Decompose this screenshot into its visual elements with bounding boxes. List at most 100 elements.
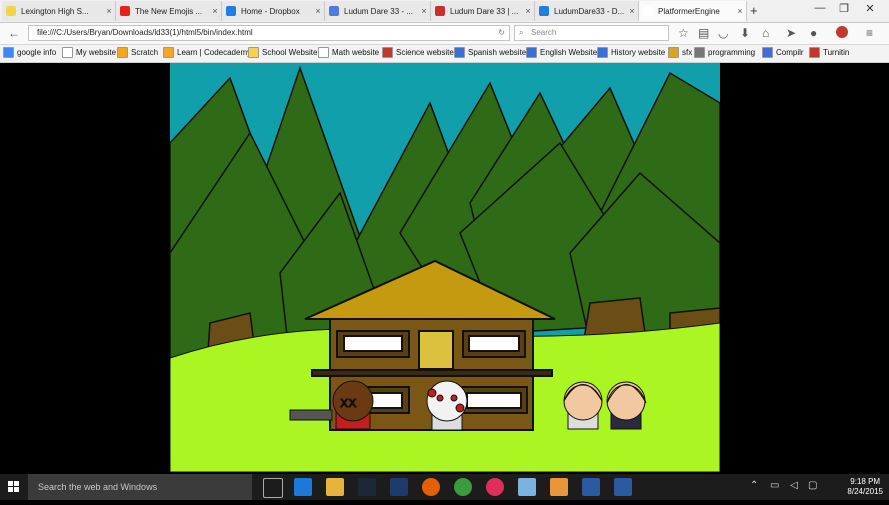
zombie-eye: [436, 394, 444, 402]
game-app-icon[interactable]: [550, 478, 568, 496]
tab-close-icon[interactable]: ×: [626, 6, 638, 16]
bookmark-item[interactable]: History website: [597, 47, 665, 58]
bookmark-favicon-icon: [668, 47, 679, 58]
bookmark-favicon-icon: [117, 47, 128, 58]
bookmark-favicon-icon: [163, 47, 174, 58]
clock[interactable]: 9:18 PM 8/24/2015: [847, 477, 883, 497]
bookmark-label: English Website: [540, 48, 598, 57]
volume-icon[interactable]: ◁: [790, 480, 798, 491]
chrome-icon[interactable]: [454, 478, 472, 496]
bookmark-item[interactable]: Science website: [382, 47, 454, 58]
bookmark-item[interactable]: English Website: [526, 47, 597, 58]
bookmark-favicon-icon: [694, 47, 705, 58]
menu-icon[interactable]: ≡: [866, 26, 873, 40]
maximize-icon[interactable]: ❐: [834, 2, 854, 15]
tab-label: Home - Dropbox: [241, 6, 300, 16]
bookmark-label: My website: [76, 48, 117, 57]
pocket-icon[interactable]: ◡: [718, 26, 728, 40]
bookmark-favicon-icon: [762, 47, 773, 58]
bookmark-item[interactable]: Turnitin: [809, 47, 849, 58]
bookmark-item[interactable]: Compilr: [762, 47, 804, 58]
send-icon[interactable]: ➤: [786, 26, 796, 40]
bookmark-label: Math website: [332, 48, 380, 57]
bookmark-favicon-icon: [809, 47, 820, 58]
start-button[interactable]: [0, 474, 28, 500]
tab-close-icon[interactable]: ×: [734, 6, 746, 16]
app-icon[interactable]: [614, 478, 632, 496]
browser-tab[interactable]: Home - Dropbox ×: [222, 1, 325, 21]
tab-favicon-icon: [329, 6, 339, 16]
file-explorer-icon[interactable]: [326, 478, 344, 496]
tab-close-icon[interactable]: ×: [418, 6, 430, 16]
windows-taskbar: Search the web and Windows ⌃ ▭ ◁ ▢ 9:18 …: [0, 474, 889, 500]
tab-close-icon[interactable]: ×: [312, 6, 324, 16]
tab-strip: Lexington High S... × The New Emojis ... × H…: [0, 0, 889, 23]
browser-tab[interactable]: PlatformerEngine ×: [639, 1, 747, 21]
photoshop-icon[interactable]: [390, 478, 408, 496]
app-icon[interactable]: [582, 478, 600, 496]
bookmark-item[interactable]: google info: [3, 47, 56, 58]
browser-tab[interactable]: LudumDare33 - D... ×: [535, 1, 639, 21]
bookmark-item[interactable]: Spanish website: [454, 47, 526, 58]
tab-close-icon[interactable]: ×: [103, 6, 115, 16]
network-icon[interactable]: ▭: [770, 480, 779, 491]
bookmark-item[interactable]: Learn | Codecademy: [163, 47, 251, 58]
bookmark-favicon-icon: [318, 47, 329, 58]
house-window: [466, 392, 522, 409]
house-balcony: [311, 369, 553, 377]
task-view-icon[interactable]: [263, 478, 283, 498]
bookmark-favicon-icon: [526, 47, 537, 58]
bookmark-item[interactable]: School Website: [248, 47, 317, 58]
bookmark-star-icon[interactable]: ☆: [678, 26, 689, 40]
bookmark-favicon-icon: [454, 47, 465, 58]
notifications-icon[interactable]: ▢: [808, 480, 817, 491]
bookmark-label: sfx: [682, 48, 693, 57]
edge-icon[interactable]: [294, 478, 312, 496]
tab-favicon-icon: [435, 6, 445, 16]
house-window: [343, 335, 403, 352]
show-hidden-icons-icon[interactable]: ⌃: [750, 480, 758, 491]
browser-tab[interactable]: Ludum Dare 33 | ... ×: [431, 1, 535, 21]
clock-date: 8/24/2015: [847, 487, 883, 496]
search-icon: ⌕: [519, 28, 524, 37]
bookmark-label: School Website: [262, 48, 318, 57]
tab-close-icon[interactable]: ×: [209, 6, 221, 16]
reload-icon[interactable]: ↻: [498, 26, 505, 40]
zombie-head: [426, 380, 468, 422]
bookmark-item[interactable]: Math website: [318, 47, 379, 58]
notes-icon[interactable]: [518, 478, 536, 496]
tab-label: PlatformerEngine: [658, 6, 720, 16]
bookmark-item[interactable]: sfx: [668, 47, 692, 58]
navigation-bar: ← file:///C:/Users/Bryan/Downloads/ld33(…: [0, 23, 889, 45]
browser-tab[interactable]: The New Emojis ... ×: [116, 1, 222, 21]
close-window-icon[interactable]: ✕: [860, 2, 880, 15]
game-canvas[interactable]: xx: [170, 63, 720, 472]
house-window: [468, 335, 520, 352]
search-input[interactable]: ⌕ Search: [514, 25, 669, 41]
itunes-icon[interactable]: [486, 478, 504, 496]
url-bar[interactable]: file:///C:/Users/Bryan/Downloads/ld33(1)…: [28, 25, 510, 41]
adblock-icon[interactable]: [836, 26, 848, 38]
home-icon[interactable]: ⌂: [762, 26, 769, 40]
tab-close-icon[interactable]: ×: [522, 6, 534, 16]
bookmark-label: Science website: [396, 48, 454, 57]
steam-icon[interactable]: [358, 478, 376, 496]
chat-icon[interactable]: ●: [810, 26, 817, 40]
bookmark-item[interactable]: Scratch: [117, 47, 158, 58]
back-icon[interactable]: ←: [8, 26, 20, 40]
bookmark-item[interactable]: programming: [694, 47, 755, 58]
search-placeholder: Search: [531, 28, 557, 37]
tab-label: Ludum Dare 33 - ...: [344, 6, 413, 16]
browser-tab[interactable]: Lexington High S... ×: [2, 1, 116, 21]
new-tab-button[interactable]: +: [750, 3, 758, 18]
taskbar-search-input[interactable]: Search the web and Windows: [28, 474, 252, 500]
bookmark-favicon-icon: [248, 47, 259, 58]
tab-label: Ludum Dare 33 | ...: [450, 6, 519, 16]
downloads-icon[interactable]: ⬇: [740, 26, 750, 40]
firefox-icon[interactable]: [422, 478, 440, 496]
reading-list-icon[interactable]: ▤: [698, 26, 709, 40]
browser-tab[interactable]: Ludum Dare 33 - ... ×: [325, 1, 431, 21]
bookmark-item[interactable]: My website: [62, 47, 116, 58]
bookmark-favicon-icon: [3, 47, 14, 58]
minimize-icon[interactable]: —: [810, 2, 830, 14]
